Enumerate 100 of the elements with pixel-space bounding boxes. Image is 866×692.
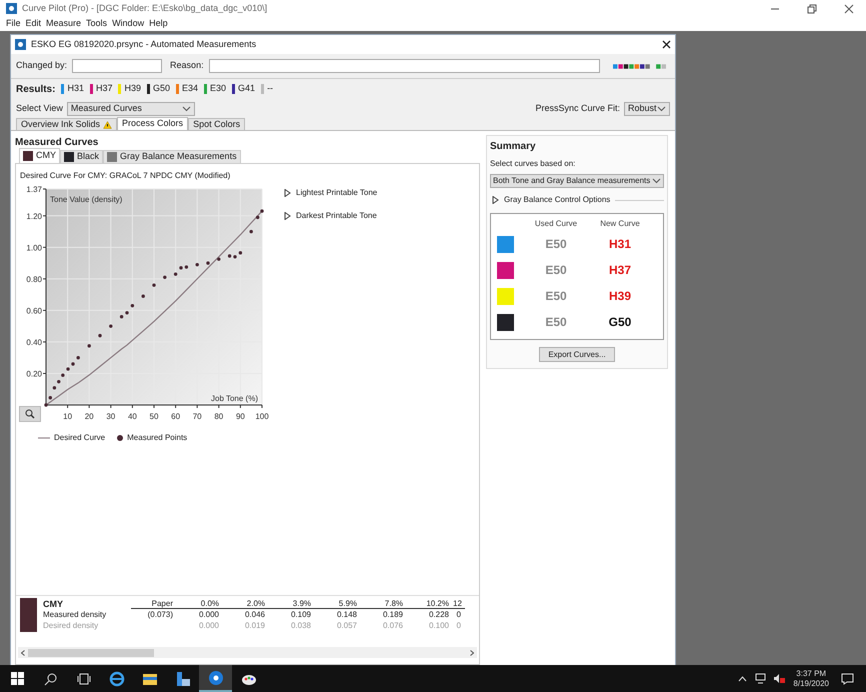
menu-item[interactable]: Edit <box>26 17 42 31</box>
reason-field[interactable] <box>208 59 600 73</box>
desired-curve-caption: Desired Curve For CMY: GRACoL 7 NPDC CMY (Modified) <box>19 170 232 182</box>
select-view-dropdown[interactable]: Measured Curves <box>66 102 195 116</box>
curve-tab[interactable]: Black <box>60 150 104 163</box>
network-icon[interactable] <box>755 673 768 684</box>
field-label: Reason: <box>170 59 204 72</box>
tab[interactable]: Overview Ink Solids <box>16 118 118 130</box>
measured-point <box>179 266 183 270</box>
expander[interactable]: Gray Balance Control Options <box>490 194 610 206</box>
measured-point <box>233 255 237 258</box>
y-tick-label: 1.20 <box>26 212 42 221</box>
result-label[interactable]: H31 <box>67 82 84 96</box>
table-cell-text: (0.073) <box>146 609 174 620</box>
measured-point <box>142 294 145 298</box>
row-label: Desired density <box>43 620 100 631</box>
result-label[interactable]: G41 <box>238 82 256 96</box>
menu-item[interactable]: Help <box>149 17 168 31</box>
close-icon[interactable] <box>844 4 854 14</box>
horizontal-scrollbar[interactable] <box>18 647 477 658</box>
app-icon <box>208 670 224 686</box>
measured-point <box>98 334 102 338</box>
measured-point <box>130 304 134 308</box>
measured-point <box>206 261 210 265</box>
curves-basis-dropdown[interactable]: Both Tone and Gray Balance measurements <box>490 174 664 188</box>
table-cell-text: 0.100 <box>428 620 450 631</box>
table-cell-text: 0 <box>456 609 462 620</box>
menu-item[interactable]: Tools <box>86 17 108 31</box>
measured-point <box>76 356 80 360</box>
curve-fit-label: PressSync Curve Fit: <box>535 102 620 115</box>
app-logo-icon <box>6 3 17 14</box>
zoom-button[interactable] <box>19 406 41 422</box>
table-cell-text: 0.019 <box>244 620 266 631</box>
scroll-right-icon <box>470 650 474 656</box>
menu-item[interactable]: Measure <box>46 17 82 31</box>
notifications-icon[interactable] <box>841 672 854 684</box>
measured-point <box>217 257 220 261</box>
restore-icon[interactable] <box>807 4 817 14</box>
y-tick-label: 1.00 <box>26 243 42 252</box>
table-cell-text: 0.189 <box>382 609 404 620</box>
menu-item[interactable]: Window <box>112 17 144 31</box>
expander[interactable]: Lightest Printable Tone <box>284 187 378 199</box>
result-label[interactable]: G50 <box>153 82 170 96</box>
chevron-up-icon[interactable] <box>738 676 748 682</box>
section-title: Measured Curves <box>15 136 100 148</box>
measured-point <box>256 216 260 220</box>
dialog-logo-icon <box>15 39 26 50</box>
curve-tab[interactable]: CMY <box>19 148 60 163</box>
result-label[interactable]: H39 <box>124 82 141 96</box>
new-curve: H37 <box>608 262 632 279</box>
tab[interactable]: Process Colors <box>117 117 188 130</box>
result-label[interactable]: H37 <box>96 82 112 96</box>
summary-prompt: Select curves based on: <box>490 158 576 170</box>
column-header: 12 <box>453 598 463 608</box>
expander[interactable]: Darkest Printable Tone <box>284 210 378 222</box>
measured-point <box>250 230 253 234</box>
x-tick-label: 100 <box>255 412 269 421</box>
windows-logo-icon <box>10 672 24 685</box>
measured-point <box>184 265 188 269</box>
curve-tab[interactable]: Gray Balance Measurements <box>103 150 241 163</box>
changed-by-field[interactable] <box>72 59 162 73</box>
x-tick-label: 10 <box>63 412 72 421</box>
caret-icon <box>652 178 661 184</box>
close-icon[interactable] <box>662 40 671 49</box>
result-label[interactable]: -- <box>267 82 274 96</box>
expander-triangle-icon <box>284 212 291 220</box>
x-tick-label: 30 <box>106 412 116 421</box>
measured-point <box>61 374 65 377</box>
legend-dot-icon <box>117 435 124 441</box>
warning-icon <box>103 120 112 128</box>
measured-point <box>88 344 91 348</box>
y-tick-label: 0.40 <box>26 338 42 347</box>
caret-icon <box>657 106 666 112</box>
measured-point <box>260 209 264 213</box>
measured-point <box>152 283 156 287</box>
result-label[interactable]: E34 <box>182 82 198 96</box>
x-tick-label: 60 <box>171 412 180 421</box>
measured-point <box>52 386 56 390</box>
curve-fit-dropdown[interactable]: Robust <box>624 102 670 116</box>
clock-date: 8/19/2020 <box>793 678 829 688</box>
scrollbar-thumb[interactable] <box>28 648 154 656</box>
scroll-left-icon <box>21 650 25 656</box>
menu-item[interactable]: File <box>6 17 21 31</box>
used-curve: E50 <box>544 236 568 253</box>
table-cell-text: 0 <box>456 620 462 631</box>
column-header: 7.8% <box>384 598 404 608</box>
caret-icon <box>182 106 191 112</box>
x-tick-label: 40 <box>128 412 137 421</box>
volume-muted-icon[interactable] <box>773 673 786 684</box>
measured-point <box>48 396 52 400</box>
app-title: Curve Pilot (Pro) - [DGC Folder: E:\Esko\bg_data_dgc_v010\] <box>22 2 268 15</box>
taskbar-button[interactable] <box>199 665 232 692</box>
new-curve: H39 <box>608 288 632 305</box>
summary-title: Summary <box>490 140 537 154</box>
browser-icon <box>108 670 124 686</box>
tab[interactable]: Spot Colors <box>188 118 246 130</box>
legend-line-icon <box>38 437 50 439</box>
result-label[interactable]: E30 <box>210 82 226 96</box>
column-header: Paper <box>150 598 174 608</box>
export-curves-button[interactable]: Export Curves... <box>539 347 615 362</box>
